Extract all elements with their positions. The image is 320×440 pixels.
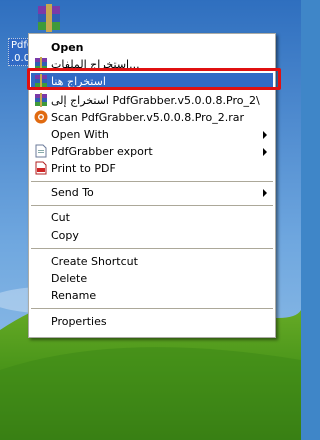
- menu-item-cut[interactable]: Cut: [31, 209, 273, 226]
- menu-item-create-shortcut-label: Create Shortcut: [51, 255, 138, 268]
- menu-item-open-with-label: Open With: [51, 128, 109, 141]
- menu-separator: [31, 308, 273, 309]
- menu-item-send-to[interactable]: Send To: [31, 184, 273, 201]
- menu-item-properties[interactable]: Properties: [31, 313, 273, 330]
- menu-item-create-shortcut[interactable]: Create Shortcut: [31, 253, 273, 270]
- menu-separator: [31, 181, 273, 182]
- submenu-arrow-icon: [263, 189, 267, 197]
- winrar-icon: [34, 93, 48, 107]
- menu-item-copy-label: Copy: [51, 229, 79, 242]
- menu-item-extract-to[interactable]: استخراج إلى PdfGrabber.v5.0.0.8.Pro_2\: [31, 92, 273, 109]
- menu-item-delete-label: Delete: [51, 272, 88, 285]
- menu-item-pdfgrabber-export-label: PdfGrabber export: [51, 145, 153, 158]
- menu-item-send-to-label: Send To: [51, 186, 94, 199]
- menu-item-extract-to-label: استخراج إلى PdfGrabber.v5.0.0.8.Pro_2\: [51, 94, 260, 107]
- rar-file-icon[interactable]: [34, 4, 64, 34]
- menu-item-open[interactable]: Open: [31, 39, 273, 56]
- menu-item-print-to-pdf[interactable]: Print to PDF: [31, 160, 273, 177]
- highlight-annotation-box: [27, 68, 281, 90]
- menu-item-properties-label: Properties: [51, 315, 107, 328]
- menu-item-rename-label: Rename: [51, 289, 97, 302]
- menu-item-cut-label: Cut: [51, 211, 70, 224]
- menu-item-copy[interactable]: Copy: [31, 227, 273, 244]
- menu-item-open-label: Open: [51, 41, 84, 54]
- pdf-print-icon: [34, 161, 48, 175]
- pdf-document-icon: [34, 144, 48, 158]
- menu-item-pdfgrabber-export[interactable]: PdfGrabber export: [31, 143, 273, 160]
- menu-item-delete[interactable]: Delete: [31, 270, 273, 287]
- menu-separator: [31, 248, 273, 249]
- menu-separator: [31, 205, 273, 206]
- menu-item-print-to-pdf-label: Print to PDF: [51, 162, 116, 175]
- submenu-arrow-icon: [263, 131, 267, 139]
- menu-item-open-with[interactable]: Open With: [31, 126, 273, 143]
- antivirus-icon: [34, 110, 48, 124]
- menu-item-scan-label: Scan PdfGrabber.v5.0.0.8.Pro_2.rar: [51, 111, 244, 124]
- menu-item-scan[interactable]: Scan PdfGrabber.v5.0.0.8.Pro_2.rar: [31, 109, 273, 126]
- menu-item-rename[interactable]: Rename: [31, 287, 273, 304]
- submenu-arrow-icon: [263, 148, 267, 156]
